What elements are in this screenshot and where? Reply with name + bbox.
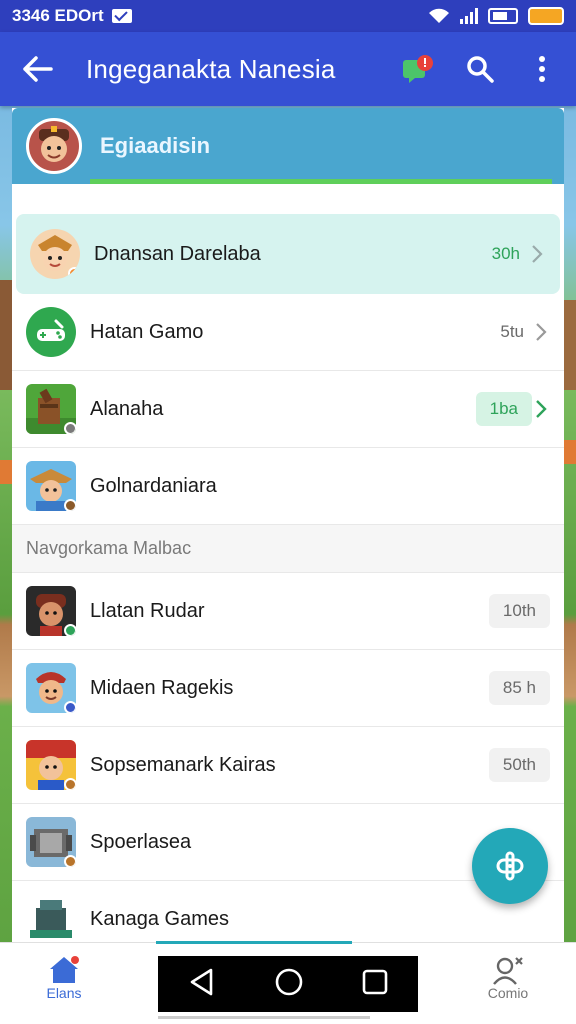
gamepad-fab-button[interactable] — [472, 828, 548, 904]
list-item-meta: 50th — [488, 748, 550, 782]
game-thumbnail — [26, 663, 76, 713]
status-badge — [64, 701, 76, 713]
status-badge — [64, 855, 76, 867]
list-item-label: Kanaga Games — [90, 907, 229, 930]
game-thumbnail — [26, 817, 76, 867]
game-thumbnail — [30, 229, 80, 279]
status-time: 3346 EDOrt — [12, 6, 104, 25]
mail-icon — [111, 9, 132, 23]
list-item-meta: 1ba — [475, 392, 532, 426]
list-item-meta: 5tu — [500, 322, 524, 341]
notification-button[interactable] — [398, 49, 438, 89]
list-item[interactable]: Llatan Rudar 10th — [12, 573, 564, 650]
home-icon — [50, 956, 79, 983]
search-icon — [467, 56, 494, 83]
signal-icon — [460, 8, 478, 24]
app-bar: Ingeganakta Nanesia — [0, 32, 576, 106]
status-badge — [64, 778, 76, 790]
chevron-right-icon — [532, 398, 550, 420]
background-house-right — [562, 300, 576, 390]
battery-level-icon — [528, 7, 564, 25]
battery-icon — [488, 8, 518, 24]
sheet-header: Egiaadisin — [12, 108, 564, 184]
game-thumbnail — [26, 586, 76, 636]
list-item-label: Alanaha — [90, 397, 164, 420]
list-item-label: Hatan Gamo — [90, 320, 204, 343]
list-item[interactable]: Sopsemanark Kairas 50th — [12, 727, 564, 804]
app-title: Ingeganakta Nanesia — [86, 53, 336, 84]
content-sheet: Egiaadisin Dnansan Darelaba 30h Hatan Ga… — [12, 108, 564, 942]
system-recents-button[interactable] — [361, 968, 389, 1001]
nav-profile-button[interactable]: Comio — [468, 955, 548, 1001]
status-bar: 3346 EDOrt — [0, 0, 576, 32]
status-badge — [64, 422, 76, 434]
game-thumbnail — [26, 894, 76, 942]
list-item-label: Midaen Ragekis — [90, 676, 234, 699]
list-item[interactable]: Hatan Gamo 5tu — [12, 294, 564, 371]
gamepad-icon — [26, 307, 76, 357]
list-item-label: Golnardaniara — [90, 474, 217, 497]
nav-home-label: Elans — [46, 985, 82, 1001]
back-triangle-icon — [190, 968, 212, 995]
status-badge — [64, 499, 76, 511]
list-item-meta: 30h — [491, 244, 520, 263]
more-options-button[interactable] — [522, 49, 562, 89]
game-thumbnail — [26, 461, 76, 511]
game-thumbnail — [26, 384, 76, 434]
header-progress-bar — [90, 179, 552, 184]
search-button[interactable] — [460, 49, 500, 89]
list-item-meta: 10th — [488, 594, 550, 628]
background-fence-right — [562, 440, 576, 464]
section-header: Navgorkama Malbac — [12, 525, 564, 573]
list-item-label: Dnansan Darelaba — [94, 242, 261, 265]
list-item[interactable]: Midaen Ragekis 85 h — [12, 650, 564, 727]
home-circle-icon — [275, 968, 303, 995]
bottom-nav-indicator — [156, 941, 352, 944]
list-item-label: Llatan Rudar — [90, 599, 205, 622]
back-arrow-icon — [23, 56, 53, 82]
list-item[interactable]: Dnansan Darelaba 30h — [16, 214, 560, 294]
system-back-button[interactable] — [187, 967, 217, 1002]
list-item[interactable]: Alanaha 1ba — [12, 371, 564, 448]
back-button[interactable] — [14, 45, 62, 93]
profile-icon — [493, 957, 523, 985]
nav-home-button[interactable]: Elans — [24, 955, 104, 1001]
system-navigation-bar — [158, 956, 418, 1012]
list-item[interactable]: Golnardaniara — [12, 448, 564, 525]
list-item-meta: 85 h — [488, 671, 550, 705]
nav-profile-label: Comio — [487, 985, 529, 1001]
sheet-title: Egiaadisin — [100, 133, 211, 158]
gamepad-icon — [496, 851, 524, 881]
sheet-spacer — [12, 184, 564, 214]
avatar[interactable] — [26, 118, 82, 174]
status-badge — [64, 624, 76, 636]
system-home-button[interactable] — [274, 967, 304, 1002]
chevron-right-icon — [528, 243, 546, 265]
wifi-icon — [428, 8, 450, 24]
game-thumbnail — [26, 740, 76, 790]
status-badge — [68, 267, 80, 279]
chevron-right-icon — [532, 321, 550, 343]
gesture-handle — [158, 1016, 370, 1019]
recents-square-icon — [363, 969, 388, 994]
list-item-label: Sopsemanark Kairas — [90, 753, 276, 776]
more-vert-icon — [539, 56, 545, 82]
notification-icon — [403, 55, 433, 83]
